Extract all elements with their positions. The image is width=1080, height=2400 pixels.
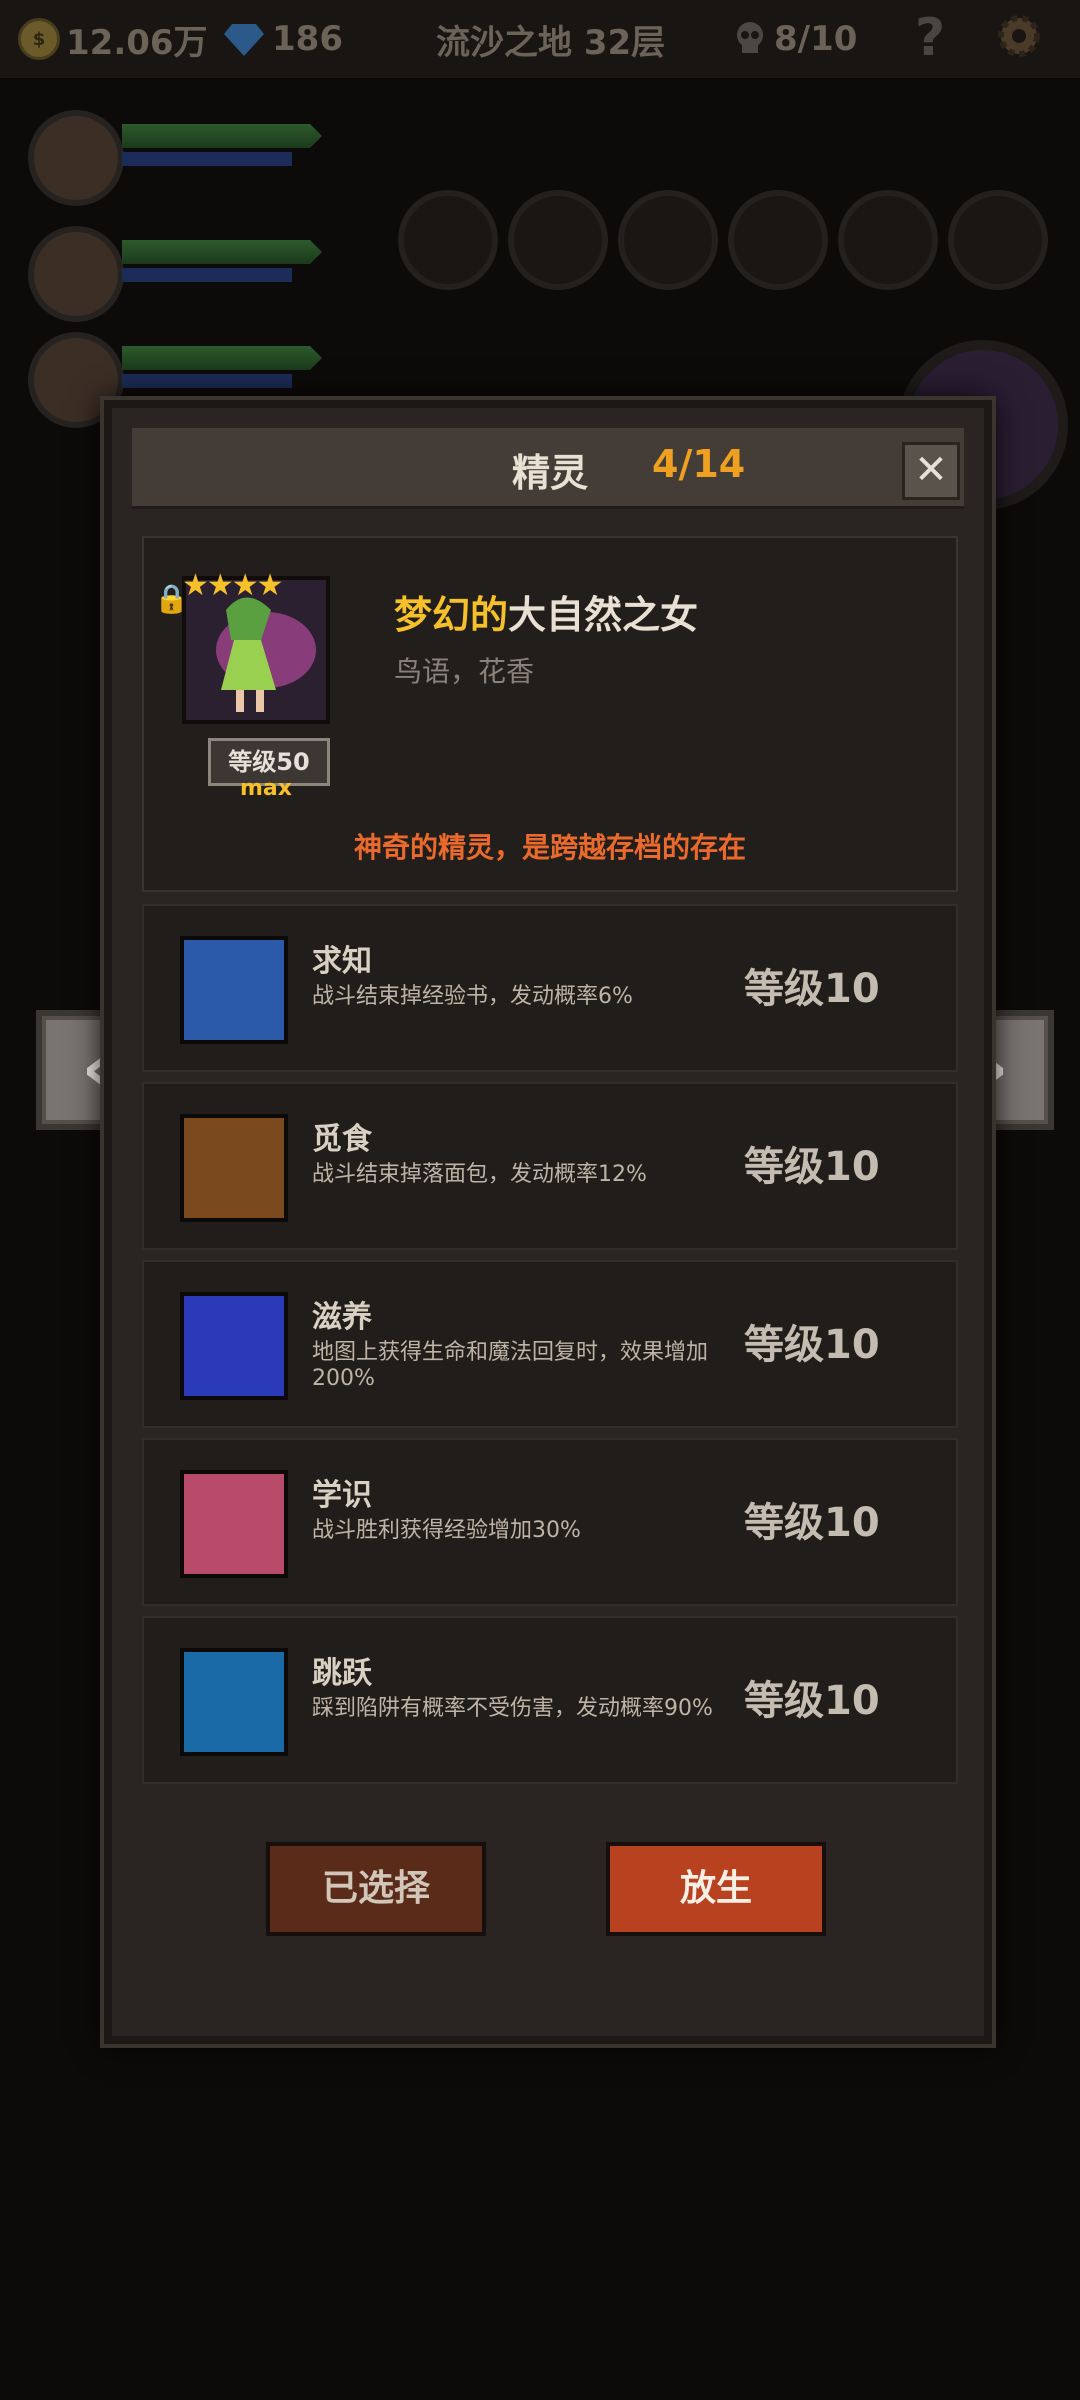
gear-icon[interactable] xyxy=(995,12,1043,60)
skill-name: 觅食 xyxy=(312,1122,372,1157)
skill-row[interactable]: 觅食 战斗结束掉落面包，发动概率12% 等级10 xyxy=(142,1082,958,1250)
lives-counter: 8/10 xyxy=(732,14,857,64)
skull-icon xyxy=(737,22,763,53)
mana-bar xyxy=(122,152,292,166)
spirit-subtitle: 鸟语，花香 xyxy=(394,655,535,688)
health-bar xyxy=(122,346,322,370)
spirit-name-prefix: 梦幻的 xyxy=(394,593,509,637)
release-button[interactable]: 放生 xyxy=(606,1842,826,1936)
skill-description: 踩到陷阱有概率不受伤害，发动概率90% xyxy=(312,1696,713,1721)
help-button[interactable]: ? xyxy=(915,8,945,68)
item-slot[interactable] xyxy=(838,190,938,290)
gem-counter: 186 xyxy=(224,14,343,64)
location-label: 流沙之地 32层 xyxy=(436,22,666,63)
gingerbread-icon xyxy=(180,1114,288,1222)
locked-slot[interactable] xyxy=(948,190,1048,290)
coin-icon: $ xyxy=(18,18,60,60)
health-bar xyxy=(122,124,322,148)
avatar xyxy=(28,110,124,206)
mana-bar xyxy=(122,268,292,282)
skill-row[interactable]: 求知 战斗结束掉经验书，发动概率6% 等级10 xyxy=(142,904,958,1072)
spirit-name: 梦幻的大自然之女 xyxy=(394,584,698,639)
spirit-info-panel: ★★★★ 🔒 等级50 max 梦幻的大自然之女 鸟语，花香 神奇的精灵，是跨越… xyxy=(142,536,958,892)
leaping-legs-icon xyxy=(180,1648,288,1756)
selected-button[interactable]: 已选择 xyxy=(266,1842,486,1936)
mana-bar xyxy=(122,374,292,388)
spirit-name-main: 大自然之女 xyxy=(508,593,699,637)
skill-name: 滋养 xyxy=(312,1300,372,1335)
lock-icon[interactable]: 🔒 xyxy=(154,582,189,615)
dialog-title: 精灵 xyxy=(512,451,589,495)
third-eye-face-icon xyxy=(180,1470,288,1578)
diamond-icon xyxy=(224,24,264,56)
item-slot[interactable] xyxy=(618,190,718,290)
max-label: max xyxy=(240,776,292,801)
skill-name: 学识 xyxy=(312,1478,372,1513)
gold-amount: 12.06万 xyxy=(66,22,208,63)
skill-level: 等级10 xyxy=(744,1144,880,1190)
skill-level: 等级10 xyxy=(744,1322,880,1368)
skill-row[interactable]: 学识 战斗胜利获得经验增加30% 等级10 xyxy=(142,1438,958,1606)
hero-slot[interactable] xyxy=(22,218,332,322)
skill-level: 等级10 xyxy=(744,1500,880,1546)
health-bar xyxy=(122,240,322,264)
skill-row[interactable]: 跳跃 踩到陷阱有概率不受伤害，发动概率90% 等级10 xyxy=(142,1616,958,1784)
item-slot[interactable] xyxy=(508,190,608,290)
gem-amount: 186 xyxy=(272,19,343,59)
spirit-count: 4/14 xyxy=(652,442,746,486)
item-slot[interactable] xyxy=(398,190,498,290)
skill-description: 战斗胜利获得经验增加30% xyxy=(312,1518,581,1543)
skill-level: 等级10 xyxy=(744,1678,880,1724)
skill-description: 地图上获得生命和魔法回复时，效果增加200% xyxy=(312,1340,709,1391)
close-button[interactable]: ✕ xyxy=(902,442,960,500)
item-slot[interactable] xyxy=(728,190,828,290)
spirit-description: 神奇的精灵，是跨越存档的存在 xyxy=(353,831,746,864)
dialog-header: 精灵 4/14 ✕ xyxy=(132,428,964,509)
hero-slot[interactable] xyxy=(22,102,332,206)
skill-description: 战斗结束掉经验书，发动概率6% xyxy=(312,984,633,1009)
top-bar: $ 12.06万 186 流沙之地 32层 8/10 ? xyxy=(0,0,1080,80)
spirit-dialog: 精灵 4/14 ✕ ★★★★ 🔒 等级50 max 梦幻的大自然之女 鸟语，花香… xyxy=(100,396,996,2048)
skill-name: 跳跃 xyxy=(312,1656,372,1691)
gold-counter: $ 12.06万 xyxy=(18,14,208,64)
skill-description: 战斗结束掉落面包，发动概率12% xyxy=(312,1162,647,1187)
skill-level: 等级10 xyxy=(744,966,880,1012)
avatar xyxy=(28,226,124,322)
skill-name: 求知 xyxy=(312,944,372,979)
lives-amount: 8/10 xyxy=(774,19,858,59)
fairies-icon xyxy=(180,1292,288,1400)
blue-book-icon xyxy=(180,936,288,1044)
skill-row[interactable]: 滋养 地图上获得生命和魔法回复时，效果增加200% 等级10 xyxy=(142,1260,958,1428)
star-rating: ★★★★ xyxy=(182,568,284,603)
